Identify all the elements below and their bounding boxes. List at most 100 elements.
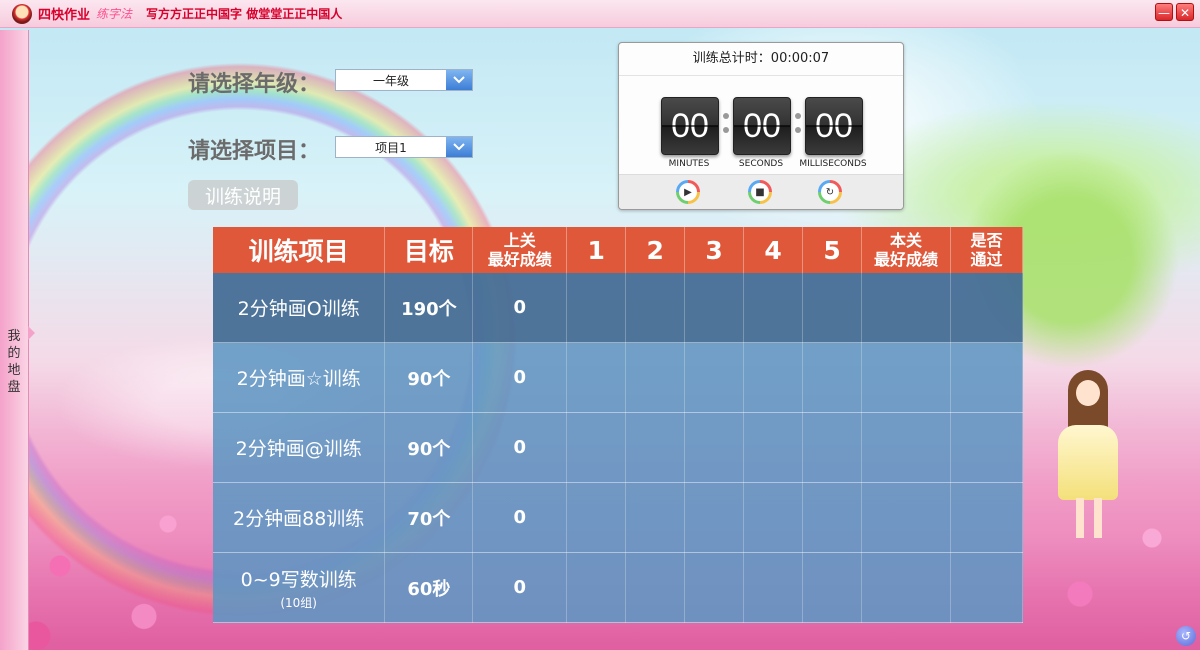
cell-round-1 <box>566 342 627 413</box>
cell-prev-best: 0 <box>472 552 568 623</box>
cell-target: 60秒 <box>384 552 474 623</box>
cell-round-3 <box>684 412 745 483</box>
cell-item-name: 2分钟画@训练 <box>213 412 386 483</box>
cell-round-5 <box>802 273 863 343</box>
cell-current-best <box>861 273 951 343</box>
header-current-best-line2: 最好成绩 <box>873 250 938 269</box>
cell-round-5 <box>802 342 863 413</box>
cell-round-3 <box>684 342 745 413</box>
header-round-4: 4 <box>743 227 804 273</box>
table-header-row: 训练项目 目标 上关 最好成绩 1 2 3 4 5 本关 最好成绩 是否 通过 <box>213 227 1024 273</box>
cell-round-3 <box>684 482 745 553</box>
cell-current-best <box>861 412 951 483</box>
cell-round-3 <box>684 273 745 343</box>
header-round-5: 5 <box>802 227 863 273</box>
play-icon: ▶ <box>679 183 697 201</box>
cell-round-1 <box>566 273 627 343</box>
cell-pass <box>950 412 1024 483</box>
cell-pass <box>950 342 1024 413</box>
cell-round-5 <box>802 412 863 483</box>
timer-controls: ▶ ■ ↻ <box>619 174 903 209</box>
table-row[interactable]: 2分钟画O训练 190个 0 <box>213 273 1024 343</box>
cell-target: 190个 <box>384 273 474 343</box>
header-prev-best-line2: 最好成绩 <box>487 250 552 269</box>
cell-round-5 <box>802 482 863 553</box>
item-name-text: 2分钟画O训练 <box>237 298 360 320</box>
stop-icon: ■ <box>751 183 769 201</box>
play-button[interactable]: ▶ <box>676 180 700 204</box>
grade-select[interactable]: 一年级 <box>335 69 473 91</box>
cell-item-name: 0~9写数训练 (10组) <box>213 552 386 623</box>
cell-round-2 <box>625 552 686 623</box>
header-current-best-line1: 本关 <box>889 231 922 250</box>
cell-round-4 <box>743 273 804 343</box>
cell-target: 90个 <box>384 412 474 483</box>
drawer-arrow-icon[interactable] <box>28 326 35 340</box>
cell-pass <box>950 482 1024 553</box>
table-row[interactable]: 2分钟画88训练 70个 0 <box>213 482 1024 553</box>
cell-round-1 <box>566 482 627 553</box>
cell-round-1 <box>566 552 627 623</box>
grade-label: 请选择年级： <box>188 72 321 97</box>
chevron-down-icon[interactable] <box>446 137 472 157</box>
cell-round-2 <box>625 482 686 553</box>
total-time-label: 训练总计时：00:00:07 <box>619 43 903 76</box>
cell-round-3 <box>684 552 745 623</box>
cell-round-4 <box>743 412 804 483</box>
cell-item-name: 2分钟画88训练 <box>213 482 386 553</box>
header-round-2: 2 <box>625 227 686 273</box>
app-subtitle: 练字法 <box>96 7 133 21</box>
reset-button[interactable]: ↻ <box>818 180 842 204</box>
minimize-button[interactable]: — <box>1155 3 1173 21</box>
header-pass-line2: 通过 <box>970 250 1003 269</box>
header-prev-best-line1: 上关 <box>503 231 536 250</box>
project-select[interactable]: 项目1 <box>335 136 473 158</box>
cell-prev-best: 0 <box>472 482 568 553</box>
table-row[interactable]: 2分钟画☆训练 90个 0 <box>213 342 1024 413</box>
training-instructions-button[interactable]: 训练说明 <box>188 180 298 210</box>
app-logo-icon <box>12 3 32 24</box>
project-select-value: 项目1 <box>375 140 407 155</box>
chevron-down-icon[interactable] <box>446 70 472 90</box>
seconds-display: 00 <box>733 97 791 155</box>
table-row[interactable]: 2分钟画@训练 90个 0 <box>213 412 1024 483</box>
cell-pass <box>950 552 1024 623</box>
close-button[interactable]: ✕ <box>1176 3 1194 21</box>
colon-separator <box>723 113 729 137</box>
cell-round-5 <box>802 552 863 623</box>
cell-item-name: 2分钟画O训练 <box>213 273 386 343</box>
cell-prev-best: 0 <box>472 342 568 413</box>
side-tab-label: 我的地盘 <box>7 329 21 395</box>
header-item: 训练项目 <box>213 227 386 273</box>
milliseconds-label: MILLISECONDS <box>799 159 867 169</box>
cell-round-2 <box>625 412 686 483</box>
milliseconds-display: 00 <box>805 97 863 155</box>
cell-round-4 <box>743 482 804 553</box>
timer-digits: 00 00 00 <box>619 97 903 157</box>
cell-target: 90个 <box>384 342 474 413</box>
header-prev-best: 上关 最好成绩 <box>472 227 568 273</box>
app-slogan: 写方方正正中国字 做堂堂正正中国人 <box>146 7 343 21</box>
cell-current-best <box>861 552 951 623</box>
cell-pass <box>950 273 1024 343</box>
cell-current-best <box>861 342 951 413</box>
header-target: 目标 <box>384 227 474 273</box>
stop-button[interactable]: ■ <box>748 180 772 204</box>
cell-round-2 <box>625 273 686 343</box>
colon-separator <box>795 113 801 137</box>
cell-round-4 <box>743 552 804 623</box>
side-drawer-tab[interactable]: 我的地盘 <box>0 30 29 650</box>
title-bar: 四快作业 练字法 写方方正正中国字 做堂堂正正中国人 — ✕ <box>0 0 1200 28</box>
project-label: 请选择项目： <box>188 139 321 164</box>
header-pass: 是否 通过 <box>950 227 1024 273</box>
grade-select-value: 一年级 <box>372 73 409 88</box>
cell-prev-best: 0 <box>472 273 568 343</box>
back-button[interactable]: ↺ <box>1176 626 1196 646</box>
table-row[interactable]: 0~9写数训练 (10组) 60秒 0 <box>213 552 1024 623</box>
app-name: 四快作业 <box>38 8 91 23</box>
cell-round-2 <box>625 342 686 413</box>
item-note-text: (10组) <box>280 595 317 610</box>
cell-item-name: 2分钟画☆训练 <box>213 342 386 413</box>
girl-illustration <box>1050 370 1130 540</box>
cell-round-4 <box>743 342 804 413</box>
